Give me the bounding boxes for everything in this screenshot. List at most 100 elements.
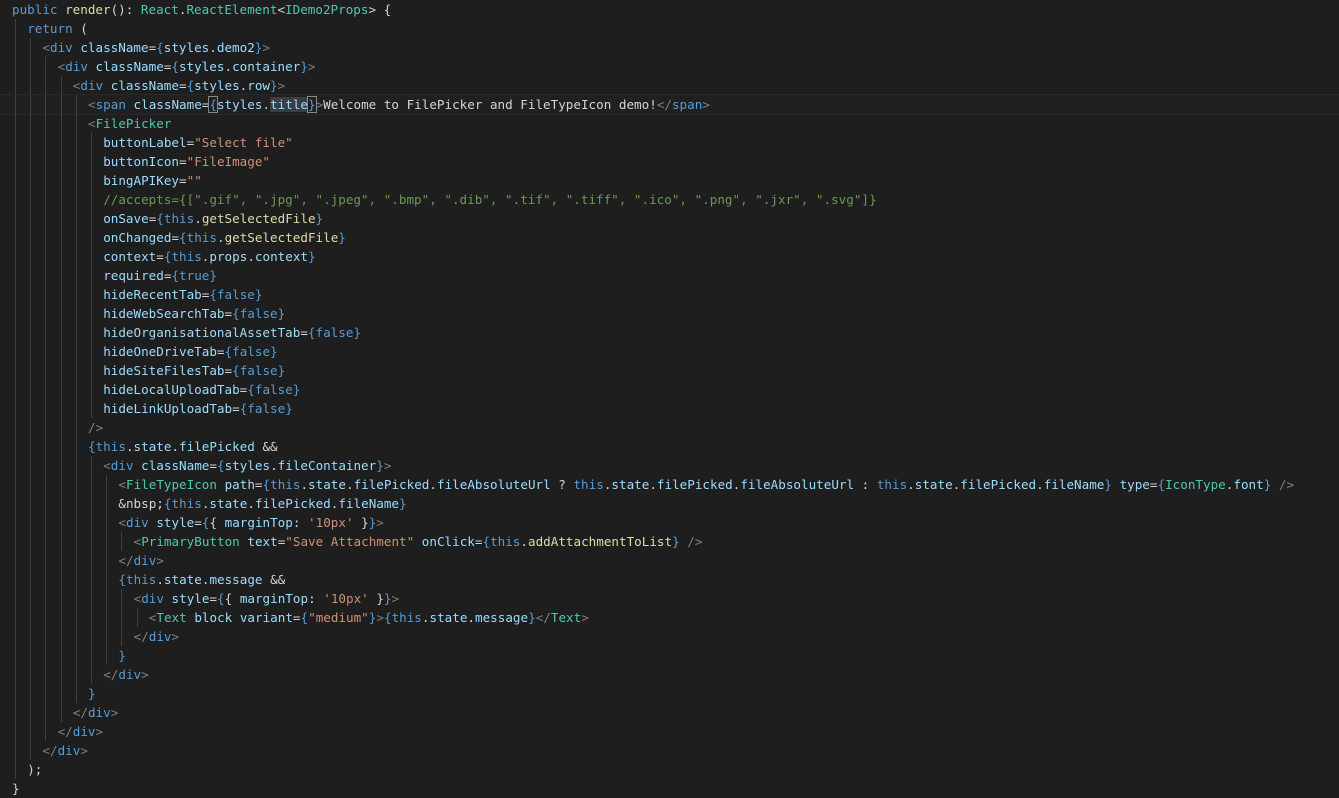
code-token: } [353,325,362,340]
code-line[interactable]: <div style={{ marginTop: '10px' }}> [0,513,1339,532]
code-line[interactable]: return ( [0,19,1339,38]
code-token: } [315,211,324,226]
code-line[interactable]: hideLocalUploadTab={false} [0,380,1339,399]
indent-guide [45,57,47,76]
code-line[interactable]: <div className={styles.fileContainer}> [0,456,1339,475]
code-line[interactable]: ); [0,760,1339,779]
code-text: {this.state.message && [118,570,285,589]
code-line[interactable]: <Text block variant={"medium"}>{this.sta… [0,608,1339,627]
indent-guide [15,608,16,627]
code-token: this [391,610,422,625]
code-token: } [307,96,317,113]
code-line[interactable]: </div> [0,551,1339,570]
code-line[interactable]: <div className={styles.demo2}> [0,38,1339,57]
code-token: { [383,610,392,625]
code-text: </div> [103,665,149,684]
indent-guide [15,665,16,684]
indent-guide [30,418,32,437]
indent-guide [60,532,62,551]
code-line[interactable]: {this.state.message && [0,570,1339,589]
code-token: < [42,40,50,55]
indent-guide [45,532,47,551]
code-line[interactable]: buttonIcon="FileImage" [0,152,1339,171]
code-line[interactable]: {this.state.filePicked && [0,437,1339,456]
code-line[interactable]: /> [0,418,1339,437]
code-token: } [292,382,301,397]
code-line[interactable]: } [0,646,1339,665]
code-line[interactable]: &nbsp;{this.state.filePicked.fileName} [0,494,1339,513]
code-line[interactable]: <FileTypeIcon path={this.state.filePicke… [0,475,1339,494]
code-line[interactable]: <div style={{ marginTop: '10px' }}> [0,589,1339,608]
code-line[interactable]: <span className={styles.title}>Welcome t… [0,94,1339,115]
code-token: filePicked [960,477,1037,492]
code-line[interactable]: <div className={styles.row}> [0,76,1339,95]
code-token: < [277,2,286,17]
code-line[interactable]: hideRecentTab={false} [0,285,1339,304]
code-text: <PrimaryButton text="Save Attachment" on… [134,532,703,551]
code-text: //accepts={[".gif", ".jpg", ".jpeg", ".b… [103,190,876,209]
indent-guide [75,494,77,513]
code-line[interactable]: </div> [0,722,1339,741]
code-line[interactable]: onChanged={this.getSelectedFile} [0,228,1339,247]
code-line[interactable]: <div className={styles.container}> [0,57,1339,76]
code-text: <FileTypeIcon path={this.state.filePicke… [118,475,1294,494]
code-line[interactable]: //accepts={[".gif", ".jpg", ".jpeg", ".b… [0,190,1339,209]
code-line[interactable]: context={this.props.context} [0,247,1339,266]
indent-guide [60,76,62,95]
indent-guide [106,570,108,589]
indent-guide [15,494,16,513]
code-line[interactable]: </div> [0,665,1339,684]
indent-guide [60,627,62,646]
code-line[interactable]: required={true} [0,266,1339,285]
code-line[interactable]: public render(): React.ReactElement<IDem… [0,0,1339,19]
code-line[interactable]: hideOneDriveTab={false} [0,342,1339,361]
code-token: required [103,268,164,283]
indent-guide [15,684,16,703]
code-line[interactable]: } [0,684,1339,703]
code-token: message [209,572,263,587]
indent-guide [75,361,77,380]
code-token: Welcome to FilePicker and FileTypeIcon d… [323,97,657,112]
indent-guide [75,646,77,665]
indent-guide [60,665,62,684]
indent-guide [75,627,77,646]
code-line[interactable]: hideWebSearchTab={false} [0,304,1339,323]
indent-guide [45,247,47,266]
code-token: . [270,458,278,473]
code-line[interactable]: hideSiteFilesTab={false} [0,361,1339,380]
code-token: Text [550,610,582,625]
code-token: { [224,344,233,359]
code-text: buttonLabel="Select file" [103,133,293,152]
code-line[interactable]: <PrimaryButton text="Save Attachment" on… [0,532,1339,551]
indent-guide [91,513,92,532]
code-line[interactable]: buttonLabel="Select file" [0,133,1339,152]
code-line[interactable]: bingAPIKey="" [0,171,1339,190]
code-token: . [171,439,180,454]
indent-guide [91,456,92,475]
code-token: = [1149,477,1158,492]
code-line[interactable]: hideOrganisationalAssetTab={false} [0,323,1339,342]
code-line[interactable]: } [0,779,1339,798]
code-line[interactable]: </div> [0,741,1339,760]
code-line[interactable]: </div> [0,627,1339,646]
code-line[interactable]: hideLinkUploadTab={false} [0,399,1339,418]
code-token: </ [656,97,672,112]
indent-guide [30,304,32,323]
code-editor[interactable]: public render(): React.ReactElement<IDem… [0,0,1339,798]
code-token: } [353,515,369,530]
code-token: > [141,667,149,682]
indent-guide [15,95,16,114]
code-text: hideOrganisationalAssetTab={false} [103,323,361,342]
code-text: buttonIcon="FileImage" [103,152,270,171]
code-token: bingAPIKey [103,173,180,188]
indent-guide [45,608,47,627]
code-line[interactable]: </div> [0,703,1339,722]
indent-guide [91,570,92,589]
code-token: text [247,534,278,549]
code-line[interactable]: <FilePicker [0,114,1339,133]
code-token: div [148,629,172,644]
indent-guide [75,437,77,456]
code-line[interactable]: onSave={this.getSelectedFile} [0,209,1339,228]
